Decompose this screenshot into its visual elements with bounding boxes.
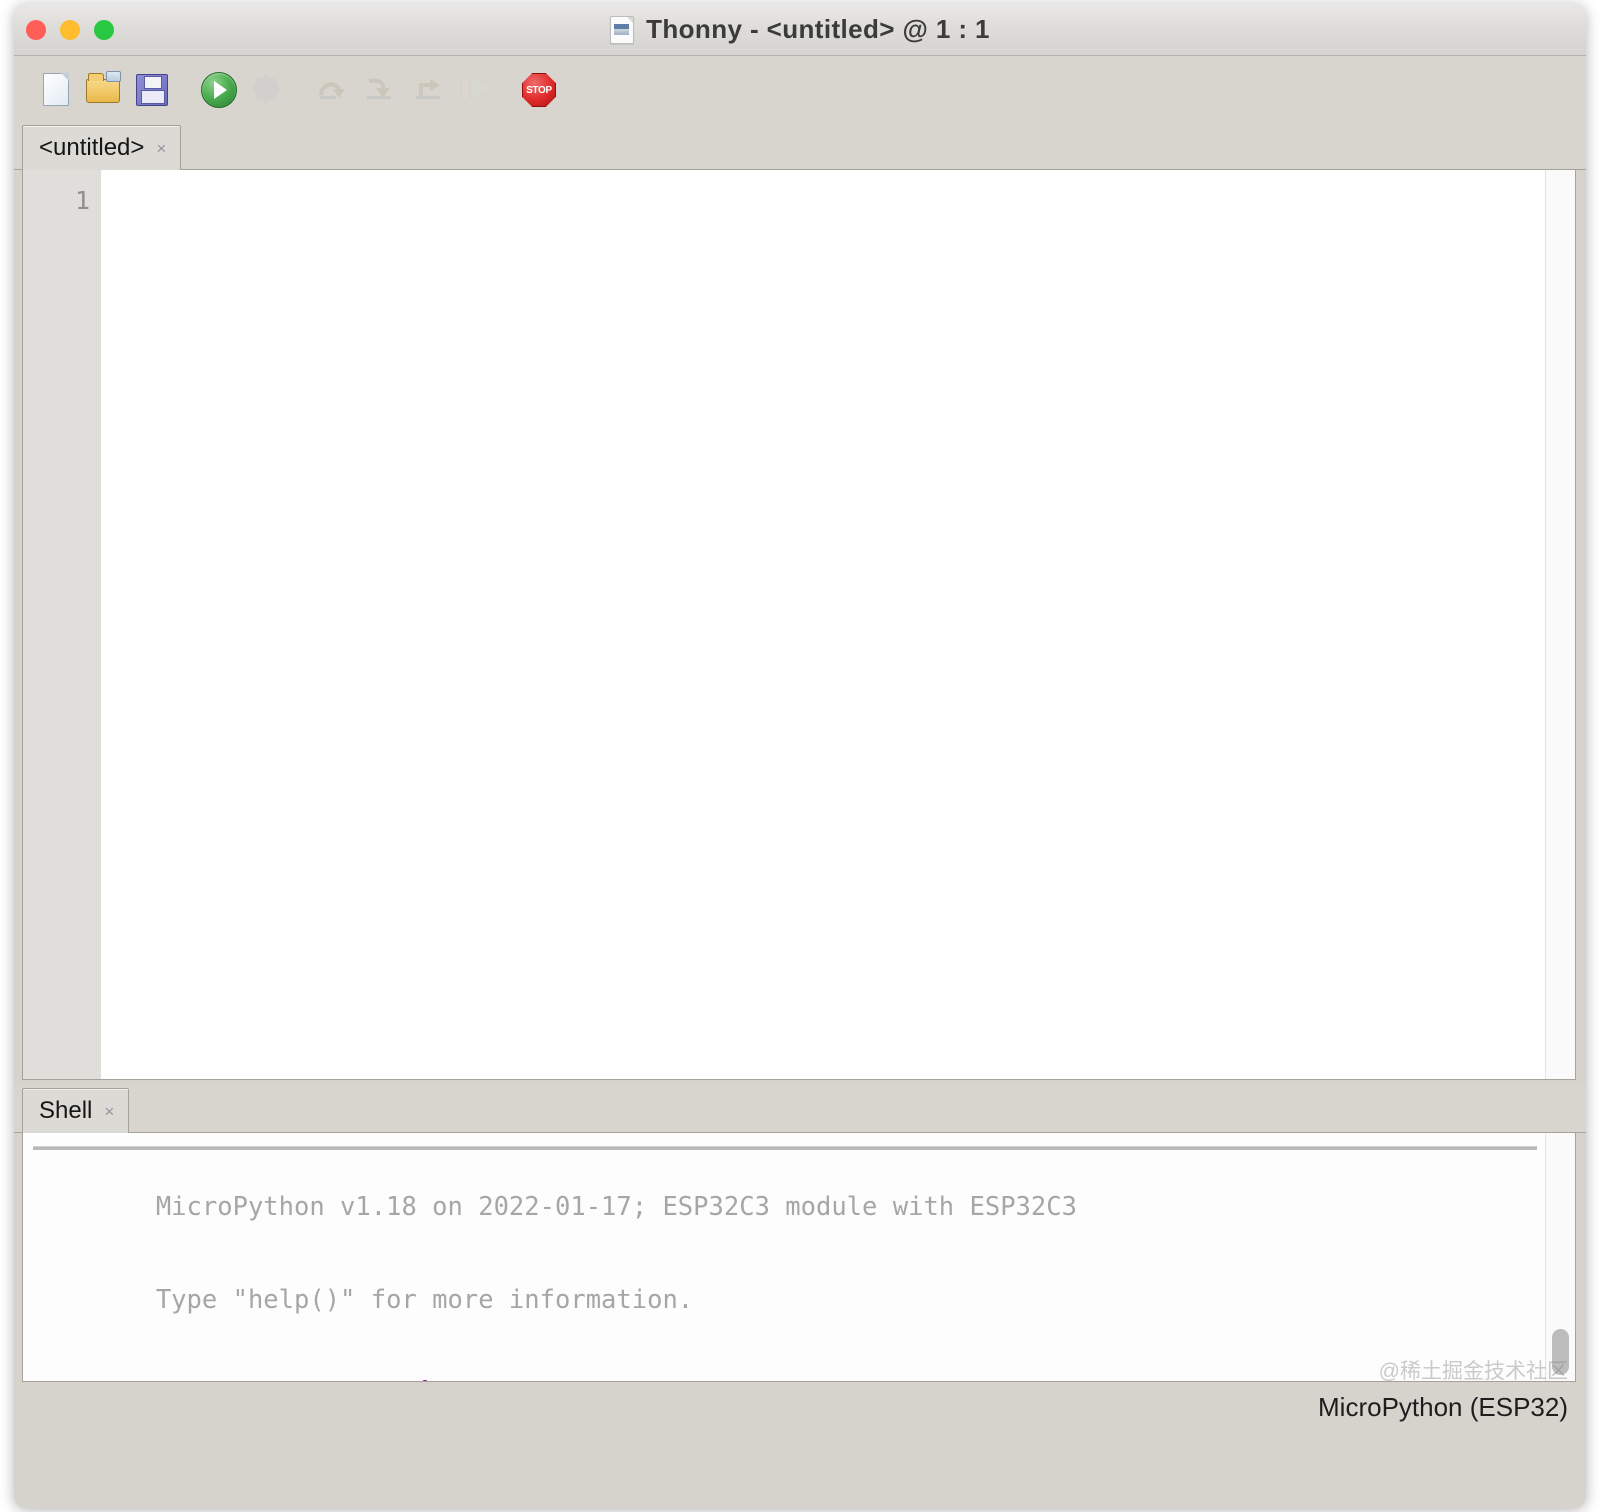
debug-bug-icon <box>254 77 278 101</box>
interpreter-status: MicroPython (ESP32) <box>1318 1392 1568 1422</box>
new-file-icon <box>43 73 69 106</box>
watermark-text: @稀土掘金技术社区 <box>1378 1360 1568 1383</box>
shell-line-banner-2: Type "help()" for more information. <box>33 1254 1545 1347</box>
resume-icon <box>461 78 488 101</box>
shell-line-input-1: >>> from machine import Pin <box>33 1347 1545 1381</box>
run-play-icon <box>201 72 237 108</box>
thonny-window: Thonny - <untitled> @ 1 : 1 STOP <untitl… <box>14 4 1586 1508</box>
debug-button[interactable] <box>246 69 286 109</box>
open-folder-icon <box>86 71 121 103</box>
save-floppy-icon <box>136 74 168 106</box>
shell-tabstrip: Shell × <box>14 1086 1586 1133</box>
window-title-group: Thonny - <untitled> @ 1 : 1 <box>14 4 1586 55</box>
minimize-window-button[interactable] <box>60 20 80 40</box>
editor-text-area[interactable] <box>101 170 1545 1079</box>
step-out-icon <box>414 77 442 99</box>
status-bar: @稀土掘金技术社区 MicroPython (ESP32) <box>14 1360 1586 1436</box>
shell-tab[interactable]: Shell × <box>22 1088 130 1133</box>
close-window-button[interactable] <box>26 20 46 40</box>
window-title: Thonny - <untitled> @ 1 : 1 <box>646 14 990 44</box>
shell-banner-text: MicroPython v1.18 on 2022-01-17; ESP32C3… <box>155 1192 1077 1222</box>
shell-output-area[interactable]: MicroPython v1.18 on 2022-01-17; ESP32C3… <box>23 1133 1545 1381</box>
shell-pane[interactable]: MicroPython v1.18 on 2022-01-17; ESP32C3… <box>22 1133 1576 1382</box>
editor-vertical-scrollbar[interactable] <box>1545 170 1575 1079</box>
save-file-button[interactable] <box>131 69 171 109</box>
line-number: 1 <box>74 186 90 215</box>
shell-line-banner-1: MicroPython v1.18 on 2022-01-17; ESP32C3… <box>33 1161 1545 1254</box>
stop-sign-icon: STOP <box>522 73 556 107</box>
step-over-icon <box>318 77 346 99</box>
resume-button[interactable] <box>454 69 494 109</box>
new-file-button[interactable] <box>35 69 75 109</box>
editor-tabstrip: <untitled> × <box>14 123 1586 170</box>
shell-divider <box>33 1146 1537 1150</box>
open-file-button[interactable] <box>82 69 122 109</box>
step-into-button[interactable] <box>359 69 399 109</box>
code-editor-pane[interactable]: 1 <box>22 170 1576 1080</box>
shell-vertical-scrollbar[interactable] <box>1545 1133 1575 1381</box>
editor-tab-label: <untitled> <box>39 134 145 161</box>
shell-banner-help-text: Type "help()" for more information. <box>155 1285 694 1315</box>
editor-tab-close-icon[interactable]: × <box>156 140 166 157</box>
window-titlebar: Thonny - <untitled> @ 1 : 1 <box>14 4 1586 56</box>
step-over-button[interactable] <box>312 69 352 109</box>
shell-tab-label: Shell <box>39 1097 93 1124</box>
stop-label: STOP <box>526 84 552 96</box>
step-out-button[interactable] <box>408 69 448 109</box>
editor-line-number-gutter: 1 <box>23 170 101 1079</box>
maximize-window-button[interactable] <box>94 20 114 40</box>
thonny-document-icon <box>610 15 635 44</box>
stop-button[interactable]: STOP <box>518 69 558 109</box>
main-toolbar: STOP <box>14 56 1586 123</box>
step-into-icon <box>365 77 393 99</box>
shell-tab-close-icon[interactable]: × <box>104 1103 114 1120</box>
run-button[interactable] <box>198 69 238 109</box>
editor-tab-untitled[interactable]: <untitled> × <box>22 125 182 170</box>
